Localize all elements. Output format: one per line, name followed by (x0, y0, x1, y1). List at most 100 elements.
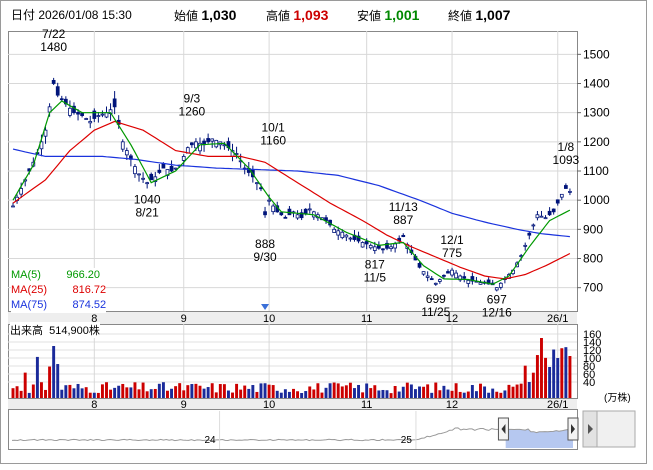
candle-body (364, 241, 369, 245)
legend-ma5-label: MA(5) (11, 269, 41, 281)
volume-bar (531, 372, 535, 398)
volume-bar (11, 388, 15, 398)
annotation-date: 7/22 (42, 27, 66, 41)
volume-bar (161, 382, 165, 398)
volume-bar (450, 390, 454, 398)
volume-bar (470, 385, 474, 398)
candle-body (478, 282, 483, 285)
candle-body (531, 224, 536, 227)
volume-bar (409, 384, 413, 398)
volume-bar (109, 389, 113, 398)
volume-bar (239, 389, 243, 398)
volume-bar (72, 388, 76, 398)
month-tick-label: 9 (181, 399, 187, 411)
candle-body (80, 112, 84, 116)
chart-canvas: 7008009001000110012001300140015004060801… (0, 0, 647, 464)
volume-bar (458, 391, 462, 398)
volume-bar (129, 387, 133, 398)
volume-bar (178, 383, 182, 398)
price-tick-label: 700 (583, 281, 603, 295)
volume-bar (137, 389, 141, 398)
volume-bar (474, 391, 478, 398)
annotation-value: 1160 (260, 134, 286, 148)
annotation-date: 1/8 (558, 140, 575, 154)
candle-body (372, 246, 377, 251)
volume-bar (141, 382, 145, 398)
month-tick-label: 11 (361, 399, 372, 411)
volume-unit-label: (万株) (604, 391, 631, 404)
volume-bar (438, 390, 442, 398)
volume-bar (292, 388, 295, 398)
volume-bar (336, 383, 340, 398)
navigator-handle-left[interactable] (497, 417, 509, 441)
volume-bar (487, 392, 491, 398)
candle-body (141, 177, 145, 180)
candle-body (19, 188, 23, 195)
volume-bar (206, 387, 210, 398)
volume-bar (279, 392, 283, 398)
volume-bar (267, 384, 271, 398)
annotation-date: 11/25 (421, 305, 450, 319)
candle-body (303, 208, 308, 214)
volume-bar (462, 392, 466, 398)
candle-body (466, 279, 471, 284)
volume-bar (88, 392, 92, 398)
volume-bar (117, 385, 121, 398)
candle-body (442, 274, 446, 277)
annotation-value: 697 (487, 293, 507, 307)
month-tick-label: 8 (91, 399, 97, 411)
volume-bar (149, 389, 153, 398)
candle-body (498, 282, 503, 288)
navigator-handle-right[interactable] (567, 417, 579, 441)
candle-body (169, 165, 174, 172)
volume-bar (442, 385, 446, 398)
volume-bar (560, 348, 564, 398)
volume-bar (133, 382, 137, 398)
volume-bar (44, 389, 47, 398)
candle-body (84, 118, 89, 120)
annotation-date: 8/21 (135, 206, 159, 220)
navigator-year-label: 24 (204, 435, 216, 446)
high-label: 高値 (266, 9, 291, 23)
candle-body (368, 244, 373, 249)
annotation-value: 888 (255, 237, 275, 251)
volume-bar (454, 383, 458, 398)
legend-ma75-value: 874.52 (72, 299, 107, 311)
volume-bar (556, 358, 560, 398)
volume-bar (194, 383, 198, 398)
annotation-date: 12/16 (482, 306, 512, 320)
volume-bar (283, 389, 287, 398)
volume-bar (92, 392, 96, 398)
volume-bar (535, 355, 539, 398)
annotation-date: 9/3 (184, 91, 201, 105)
candle-body (360, 242, 365, 248)
volume-bar (405, 382, 409, 398)
candle-body (100, 113, 105, 116)
volume-bar (527, 381, 531, 398)
candle-body (194, 141, 198, 149)
volume-bar (332, 382, 336, 398)
annotation-date: 12/1 (440, 233, 464, 247)
volume-tick-label: 160 (583, 329, 601, 341)
candle-body (381, 248, 385, 251)
volume-bar (401, 386, 405, 398)
volume-bar (218, 384, 222, 398)
header-open: 始値 1,030 (174, 7, 236, 24)
volume-bar (80, 388, 84, 398)
candle-body (190, 142, 194, 146)
candle-body (450, 269, 454, 276)
candle-body (307, 208, 312, 211)
annotation-value: 775 (442, 246, 462, 260)
datetime-value: 2026/01/08 15:30 (38, 8, 132, 22)
month-tick-label: 12 (446, 399, 458, 411)
candle-body (543, 217, 548, 220)
volume-bar (422, 386, 426, 398)
volume-bar (96, 392, 100, 398)
header-close: 終値 1,007 (448, 7, 510, 24)
volume-bar (540, 338, 543, 398)
candle-body (295, 214, 300, 219)
volume-bar (243, 385, 247, 398)
volume-bar (381, 389, 385, 398)
volume-bar (48, 366, 52, 398)
volume-bar (157, 383, 161, 398)
